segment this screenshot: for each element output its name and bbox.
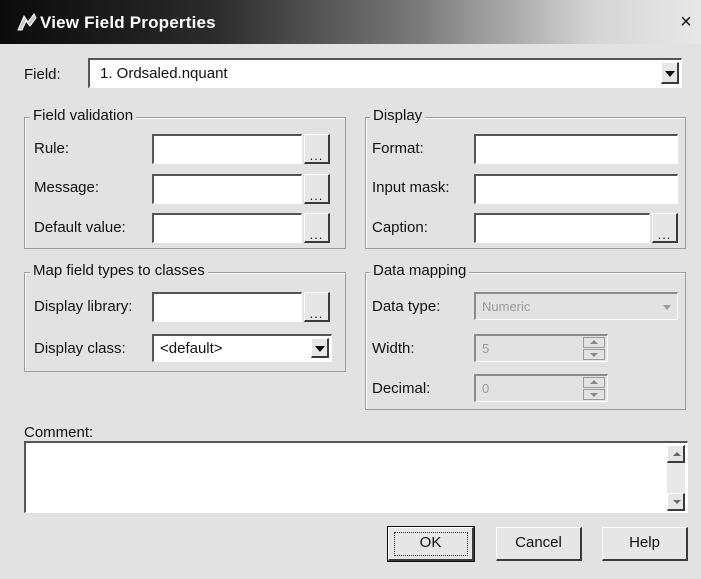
input-mask-input[interactable] — [474, 174, 678, 204]
caption-label: Caption: — [372, 219, 428, 236]
width-spin-down-button[interactable] — [583, 349, 605, 360]
data-mapping-title: Data mapping — [370, 262, 470, 279]
display-class-value: <default> — [160, 340, 223, 357]
display-class-select[interactable]: <default> — [152, 334, 332, 362]
comment-textarea[interactable] — [24, 441, 688, 513]
map-field-title: Map field types to classes — [30, 262, 208, 279]
comment-scrollbar[interactable] — [667, 445, 685, 511]
spin-down-icon — [590, 393, 598, 397]
message-browse-button[interactable]: ... — [304, 174, 330, 204]
field-validation-title: Field validation — [30, 107, 137, 124]
ok-button[interactable]: OK — [387, 526, 475, 562]
width-label: Width: — [372, 340, 415, 357]
message-label: Message: — [34, 179, 100, 196]
ellipsis-icon: ... — [657, 227, 672, 242]
cancel-button[interactable]: Cancel — [496, 527, 582, 561]
help-button-label: Help — [629, 534, 660, 551]
decimal-spinner[interactable]: 0 — [474, 374, 608, 402]
width-spinner[interactable]: 5 — [474, 334, 608, 362]
default-value-input[interactable] — [152, 213, 302, 243]
ellipsis-icon: ... — [309, 148, 324, 163]
width-value: 5 — [482, 341, 490, 356]
decimal-spin-up-button[interactable] — [583, 377, 605, 388]
ellipsis-icon: ... — [309, 227, 324, 242]
caption-browse-button[interactable]: ... — [652, 213, 678, 243]
spin-up-icon — [590, 340, 598, 344]
scroll-up-button[interactable] — [667, 445, 685, 463]
decimal-value: 0 — [482, 381, 490, 396]
window-title: View Field Properties — [40, 13, 216, 32]
rule-label: Rule: — [34, 140, 70, 157]
default-value-label: Default value: — [34, 219, 126, 236]
rule-input[interactable] — [152, 134, 302, 164]
focus-rect — [394, 532, 468, 556]
spin-down-icon — [590, 353, 598, 357]
format-input[interactable] — [474, 134, 678, 164]
chevron-down-icon — [663, 305, 671, 310]
rule-browse-button[interactable]: ... — [304, 134, 330, 164]
message-input[interactable] — [152, 174, 302, 204]
decimal-spin-down-button[interactable] — [583, 389, 605, 400]
close-icon[interactable]: × — [676, 12, 696, 34]
field-select-value: 1. Ordsaled.nquant — [100, 65, 228, 82]
title-bar[interactable]: View Field Properties × — [0, 0, 701, 44]
scroll-down-icon — [673, 500, 681, 504]
decimal-label: Decimal: — [372, 380, 431, 397]
display-library-browse-button[interactable]: ... — [304, 292, 330, 322]
comment-label: Comment: — [24, 424, 94, 441]
help-button[interactable]: Help — [602, 527, 688, 561]
data-type-label: Data type: — [372, 298, 441, 315]
display-class-dropdown-button[interactable] — [311, 338, 329, 358]
display-library-label: Display library: — [34, 298, 133, 315]
ellipsis-icon: ... — [309, 188, 324, 203]
scroll-up-icon — [673, 452, 681, 456]
field-select[interactable]: 1. Ordsaled.nquant — [88, 58, 682, 88]
display-title: Display — [370, 107, 426, 124]
format-label: Format: — [372, 140, 424, 157]
display-library-input[interactable] — [152, 292, 302, 322]
cancel-button-label: Cancel — [515, 534, 562, 551]
chevron-down-icon — [665, 71, 675, 77]
data-type-value: Numeric — [482, 299, 531, 314]
field-dropdown-button[interactable] — [661, 62, 679, 84]
chevron-down-icon — [315, 346, 325, 352]
input-mask-label: Input mask: — [372, 179, 450, 196]
caption-input[interactable] — [474, 213, 650, 243]
ellipsis-icon: ... — [309, 306, 324, 321]
app-icon — [17, 13, 37, 31]
default-value-browse-button[interactable]: ... — [304, 213, 330, 243]
field-label: Field: — [24, 66, 61, 83]
width-spin-up-button[interactable] — [583, 337, 605, 348]
display-class-label: Display class: — [34, 340, 126, 357]
data-type-select[interactable]: Numeric — [474, 292, 678, 320]
spin-up-icon — [590, 380, 598, 384]
scroll-down-button[interactable] — [667, 493, 685, 511]
